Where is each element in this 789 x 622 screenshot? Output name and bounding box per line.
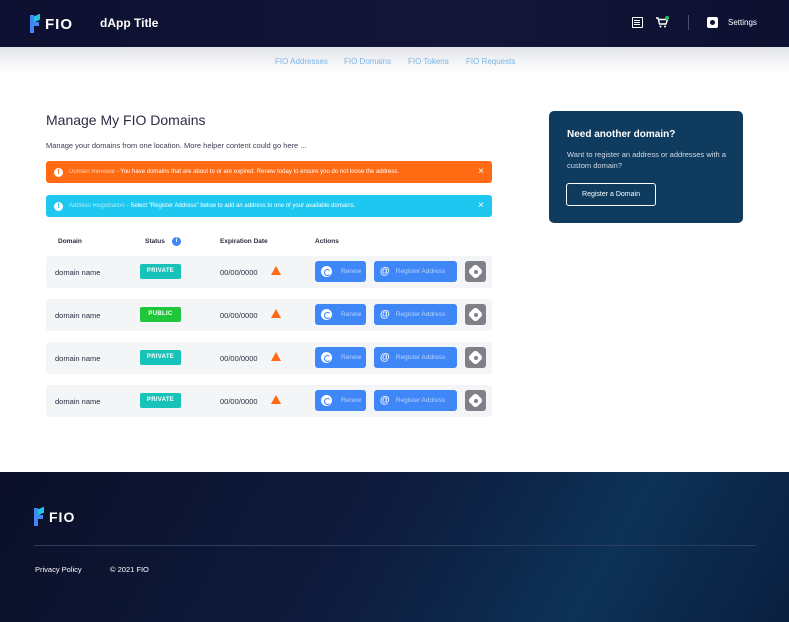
- domain-name-cell: domain name: [55, 397, 101, 406]
- page-subtitle: Manage your domains from one location. M…: [46, 141, 307, 150]
- logo-text: FIO: [45, 15, 73, 33]
- renew-button[interactable]: Renew: [315, 304, 366, 325]
- sub-navigation: FIO Addresses FIO Domains FIO Tokens FIO…: [0, 47, 789, 75]
- alert-title: Domain Renewal: [69, 169, 115, 175]
- copyright-text: © 2021 FIO: [110, 565, 149, 574]
- register-address-button[interactable]: @ Register Address: [374, 304, 457, 325]
- at-icon: @: [380, 394, 390, 406]
- subnav-fio-requests[interactable]: FIO Requests: [466, 57, 515, 66]
- card-title: Need another domain?: [567, 129, 676, 140]
- renew-label: Renew: [341, 354, 362, 361]
- fio-logo-mark-icon: [30, 13, 40, 33]
- alert-warning-icon: !: [54, 167, 63, 177]
- column-header-expiration: Expiration Date: [220, 238, 268, 245]
- alert-message: - You have domains that are about to or …: [116, 169, 399, 175]
- domain-name-cell: domain name: [55, 354, 101, 363]
- at-icon: @: [380, 265, 390, 277]
- expiration-date-cell: 00/00/0000: [220, 311, 258, 320]
- warning-icon: [271, 352, 281, 361]
- alert-close-icon[interactable]: ×: [478, 166, 484, 178]
- register-address-label: Register Address: [395, 354, 446, 361]
- renew-label: Renew: [341, 397, 362, 404]
- register-address-label: Register Address: [395, 268, 446, 275]
- status-badge: PUBLIC: [140, 307, 181, 322]
- gear-icon: [470, 352, 481, 363]
- renew-icon: [321, 352, 332, 363]
- alert-close-icon[interactable]: ×: [478, 200, 484, 212]
- subnav-fio-domains[interactable]: FIO Domains: [344, 57, 391, 66]
- settings-link[interactable]: Settings: [728, 18, 757, 27]
- register-address-label: Register Address: [395, 397, 446, 404]
- privacy-policy-link[interactable]: Privacy Policy: [35, 565, 82, 574]
- warning-icon: [271, 266, 281, 275]
- footer: FIO Privacy Policy © 2021 FIO: [0, 472, 789, 622]
- cart-notification-dot: [665, 16, 669, 20]
- at-icon: @: [380, 308, 390, 320]
- fio-logo-mark-icon: [34, 506, 44, 526]
- status-badge: PRIVATE: [140, 393, 181, 408]
- alert-message: - Select "Register Address" below to add…: [126, 203, 356, 209]
- header-divider: [688, 15, 689, 30]
- settings-gear-icon[interactable]: [707, 17, 718, 28]
- app-title: dApp Title: [100, 16, 159, 30]
- domain-name-cell: domain name: [55, 311, 101, 320]
- address-registration-alert: ! Address Registration - Select "Registe…: [46, 195, 492, 217]
- table-row: domain name PUBLIC 00/00/0000 Renew @ Reg…: [46, 299, 492, 331]
- at-icon: @: [380, 351, 390, 363]
- footer-divider: [34, 545, 756, 546]
- warning-icon: [271, 309, 281, 318]
- warning-icon: [271, 395, 281, 404]
- renew-label: Renew: [341, 311, 362, 318]
- alert-info-icon: !: [54, 201, 63, 211]
- register-domain-button[interactable]: Register a Domain: [566, 183, 656, 206]
- alert-title: Address Registration: [69, 203, 125, 209]
- domain-settings-button[interactable]: [465, 390, 486, 411]
- table-row: domain name PRIVATE 00/00/0000 Renew @ Re…: [46, 342, 492, 374]
- status-info-icon[interactable]: i: [172, 237, 181, 246]
- gear-icon: [470, 309, 481, 320]
- expiration-date-cell: 00/00/0000: [220, 268, 258, 277]
- column-header-actions: Actions: [315, 238, 339, 245]
- footer-logo-text: FIO: [49, 509, 76, 525]
- table-row: domain name PRIVATE 00/00/0000 Renew @ Re…: [46, 256, 492, 288]
- domain-settings-button[interactable]: [465, 304, 486, 325]
- gear-icon: [470, 266, 481, 277]
- renew-icon: [321, 266, 332, 277]
- subnav-fio-addresses[interactable]: FIO Addresses: [275, 57, 328, 66]
- renew-label: Renew: [341, 268, 362, 275]
- subnav-fio-tokens[interactable]: FIO Tokens: [408, 57, 449, 66]
- page-title: Manage My FIO Domains: [46, 112, 206, 128]
- footer-fio-logo[interactable]: FIO: [34, 506, 76, 526]
- gear-icon: [470, 395, 481, 406]
- status-badge: PRIVATE: [140, 264, 181, 279]
- column-header-status: Status: [145, 238, 165, 245]
- renew-button[interactable]: Renew: [315, 261, 366, 282]
- renew-button[interactable]: Renew: [315, 390, 366, 411]
- need-domain-card: Need another domain? Want to register an…: [549, 111, 743, 223]
- card-text: Want to register an address or addresses…: [567, 150, 726, 170]
- domain-name-cell: domain name: [55, 268, 101, 277]
- domain-settings-button[interactable]: [465, 347, 486, 368]
- renew-icon: [321, 309, 332, 320]
- top-header: FIO dApp Title Settings: [0, 0, 789, 47]
- register-address-button[interactable]: @ Register Address: [374, 390, 457, 411]
- register-address-label: Register Address: [395, 311, 446, 318]
- renew-button[interactable]: Renew: [315, 347, 366, 368]
- expiration-date-cell: 00/00/0000: [220, 397, 258, 406]
- column-header-domain: Domain: [58, 238, 82, 245]
- renew-icon: [321, 395, 332, 406]
- expiration-date-cell: 00/00/0000: [220, 354, 258, 363]
- domain-settings-button[interactable]: [465, 261, 486, 282]
- list-icon[interactable]: [632, 17, 643, 28]
- status-badge: PRIVATE: [140, 350, 181, 365]
- register-address-button[interactable]: @ Register Address: [374, 347, 457, 368]
- fio-logo[interactable]: FIO: [30, 13, 73, 34]
- table-row: domain name PRIVATE 00/00/0000 Renew @ Re…: [46, 385, 492, 417]
- domain-renewal-alert: ! Domain Renewal - You have domains that…: [46, 161, 492, 183]
- register-address-button[interactable]: @ Register Address: [374, 261, 457, 282]
